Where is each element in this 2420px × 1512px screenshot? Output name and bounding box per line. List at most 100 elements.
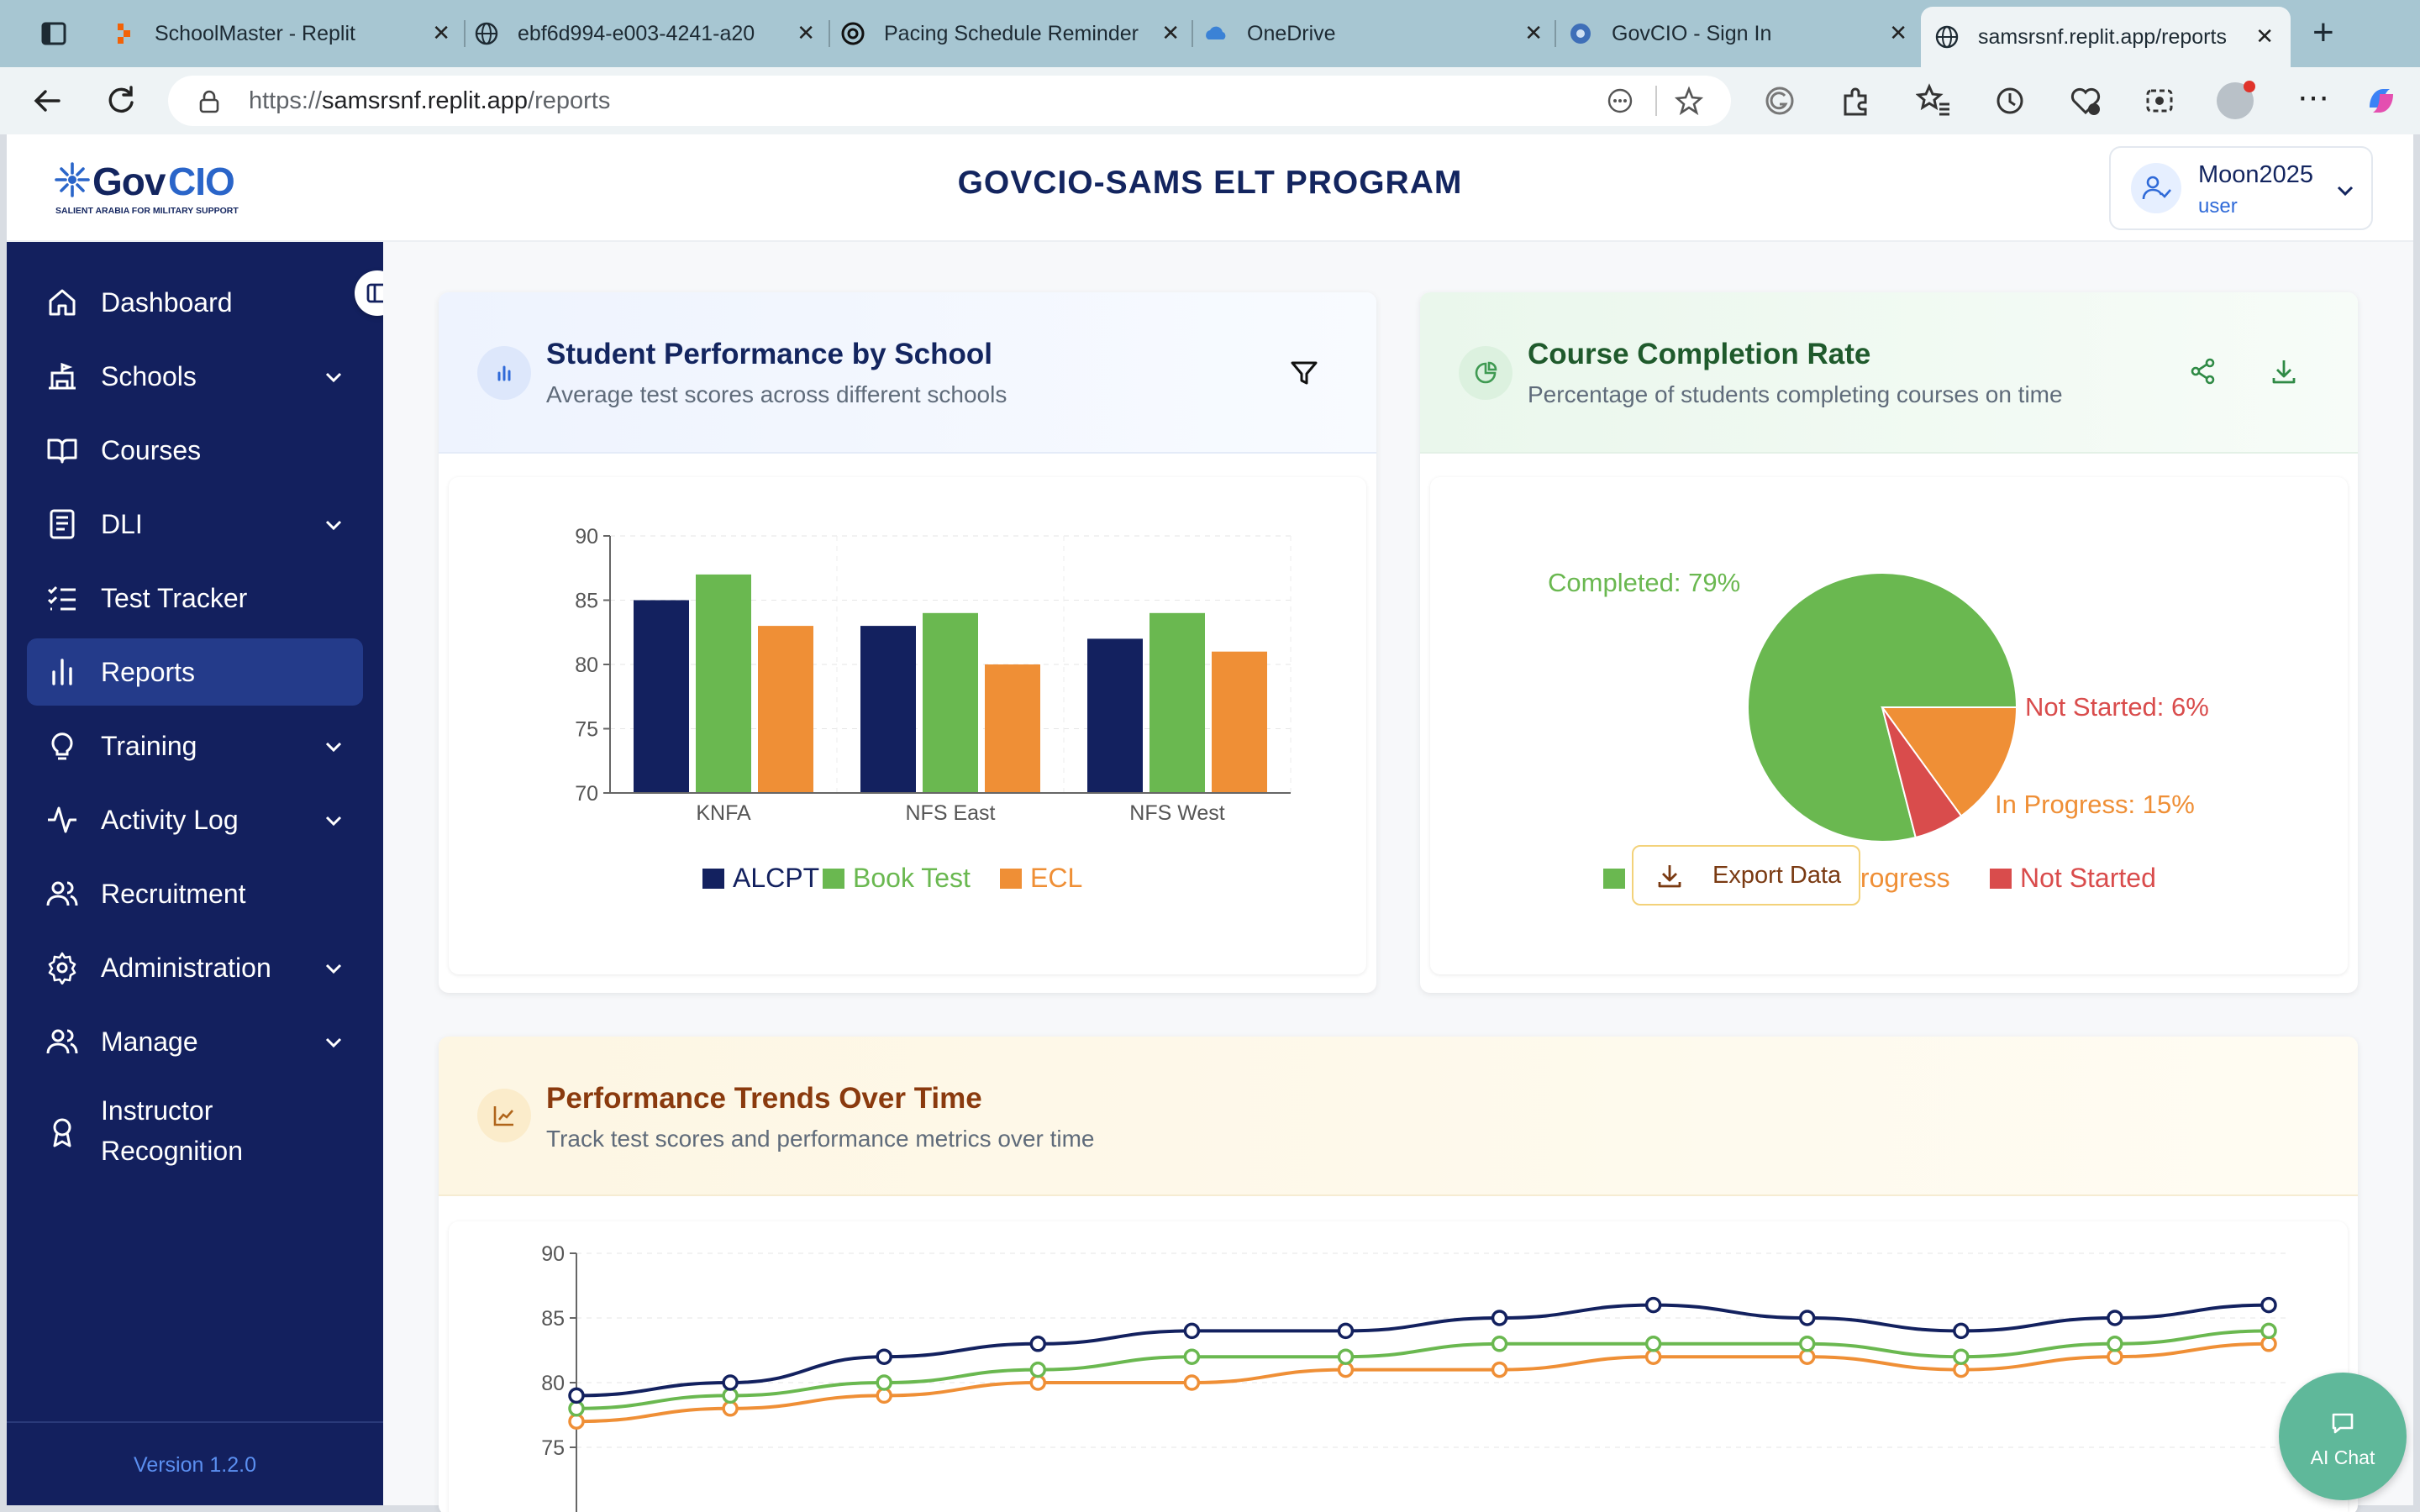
sidebar-item-recruitment[interactable]: Recruitment <box>27 860 363 927</box>
card-header: Course Completion Rate Percentage of stu… <box>1420 292 2358 454</box>
sidebar-toggle-icon[interactable] <box>40 20 67 47</box>
bar-chart-icon <box>52 659 72 685</box>
profile-avatar[interactable] <box>2217 81 2255 119</box>
more-icon[interactable]: ⋯ <box>2297 79 2330 117</box>
ai-chat-button[interactable]: AI Chat <box>2279 1373 2407 1500</box>
data-point <box>2107 1336 2123 1352</box>
card-title: Student Performance by School <box>546 338 992 370</box>
back-icon[interactable] <box>29 82 66 119</box>
chatgpt-icon <box>841 22 865 45</box>
document-icon <box>50 509 75 539</box>
sidebar-item-courses[interactable]: Courses <box>27 417 363 484</box>
globe-icon <box>1935 25 1959 49</box>
bar <box>696 574 751 793</box>
data-point <box>1953 1322 1970 1340</box>
sidebar-item-label: Administration <box>101 953 271 983</box>
ai-chat-label: AI Chat <box>2310 1446 2375 1468</box>
sidebar-item-administration[interactable]: Administration <box>27 934 363 1001</box>
legend-label: ECL <box>1030 863 1082 893</box>
data-point <box>1183 1374 1201 1391</box>
sidebar: Dashboard Schools Courses DLI Test Track… <box>7 242 383 1505</box>
sidebar-item-schools[interactable]: Schools <box>27 343 363 410</box>
card-subtitle: Track test scores and performance metric… <box>546 1126 1095 1152</box>
data-point <box>1798 1348 1816 1365</box>
chevron-down-icon <box>325 1037 342 1048</box>
data-point <box>1183 1322 1201 1340</box>
download-icon <box>1658 865 1681 888</box>
chevron-down-icon <box>2337 186 2354 197</box>
star-icon[interactable] <box>1674 86 1704 116</box>
chart-panel: 70 75 80 85 90 KNFA NFS East NFS West ALCPT Book … <box>449 477 1366 974</box>
export-data-button[interactable]: Export Data <box>1632 845 1860 906</box>
sidebar-item-dashboard[interactable]: Dashboard <box>27 269 363 336</box>
sidebar-item-training[interactable]: Training <box>27 712 363 780</box>
legend-swatch <box>1000 869 1022 889</box>
copilot-icon[interactable] <box>2363 82 2400 119</box>
users-icon <box>46 1029 78 1054</box>
user-check-icon <box>2142 176 2171 200</box>
history-icon[interactable] <box>1991 82 2028 119</box>
sidebar-item-test-tracker[interactable]: Test Tracker <box>27 564 363 632</box>
sidebar-item-reports[interactable]: Reports <box>27 638 363 706</box>
browser-tab[interactable]: OneDrive ✕ <box>1203 8 1543 59</box>
card-subtitle: Percentage of students completing course… <box>1528 381 2063 407</box>
share-icon[interactable] <box>2188 356 2218 386</box>
sidebar-item-label: Training <box>101 731 197 761</box>
browser-tab[interactable]: GovCIO - Sign In ✕ <box>1568 8 1907 59</box>
export-data-label: Export Data <box>1712 862 1842 889</box>
health-icon[interactable] <box>2067 82 2104 119</box>
legend-label: ALCPT <box>733 863 819 893</box>
close-tab-icon[interactable]: ✕ <box>797 20 815 46</box>
legend-label: Not Started <box>2020 863 2156 893</box>
sidebar-item-activity-log[interactable]: Activity Log <box>27 786 363 853</box>
school-icon <box>49 362 76 390</box>
sidebar-item-manage[interactable]: Manage <box>27 1008 363 1075</box>
avatar <box>2131 163 2181 213</box>
data-point <box>2260 1296 2277 1314</box>
data-point <box>568 1413 585 1430</box>
close-tab-icon[interactable]: ✕ <box>2255 24 2274 50</box>
lock-icon <box>199 90 219 113</box>
sidebar-item-label: Recognition <box>101 1136 243 1166</box>
browser-tab[interactable]: Pacing Schedule Reminder ✕ <box>840 8 1180 59</box>
screenshot-icon[interactable] <box>2141 82 2178 119</box>
card-title: Performance Trends Over Time <box>546 1082 982 1115</box>
close-tab-icon[interactable]: ✕ <box>1161 20 1180 46</box>
sidebar-item-label: Recruitment <box>101 879 246 909</box>
user-role: user <box>2198 195 2238 218</box>
bar-chart: 70 75 80 85 90 KNFA NFS East NFS West ALCPT Book … <box>575 525 1292 893</box>
reload-icon[interactable] <box>103 82 139 119</box>
chat-icon <box>2332 1413 2354 1434</box>
sidebar-item-label: Schools <box>101 361 197 391</box>
bar <box>1087 638 1143 793</box>
close-tab-icon[interactable]: ✕ <box>1524 20 1543 46</box>
grammarly-icon[interactable] <box>1761 82 1798 119</box>
close-tab-icon[interactable]: ✕ <box>432 20 450 46</box>
browser-tab[interactable]: SchoolMaster - Replit ✕ <box>111 8 450 59</box>
bar <box>923 612 978 793</box>
data-point <box>1491 1310 1508 1326</box>
browser-tab-active[interactable]: samsrsnf.replit.app/reports ✕ <box>1921 7 2291 67</box>
legend-swatch <box>702 869 724 889</box>
chevron-down-icon <box>325 816 342 827</box>
extensions-icon[interactable] <box>1837 82 1874 119</box>
sidebar-item-label: DLI <box>101 509 143 539</box>
data-point <box>1337 1361 1355 1378</box>
data-point <box>1798 1336 1816 1352</box>
browser-tab[interactable]: ebf6d994-e003-4241-a20 ✕ <box>474 8 815 59</box>
sidebar-item-dli[interactable]: DLI <box>27 491 363 558</box>
new-tab-icon[interactable]: + <box>2312 12 2334 54</box>
sidebar-item-instructor-recognition[interactable]: Instructor Recognition <box>27 1085 363 1179</box>
sidebar-item-label: Activity Log <box>101 805 239 835</box>
user-menu[interactable]: Moon2025 user <box>2109 146 2373 230</box>
close-tab-icon[interactable]: ✕ <box>1889 20 1907 46</box>
download-icon[interactable] <box>2269 356 2299 386</box>
home-icon <box>49 289 76 316</box>
pie-chart-icon <box>1475 361 1497 384</box>
legend-swatch <box>1990 869 2012 889</box>
filter-icon[interactable] <box>1287 356 1321 390</box>
favorites-icon[interactable] <box>1916 82 1953 119</box>
page-options-icon[interactable] <box>1607 87 1634 114</box>
data-point <box>722 1387 739 1404</box>
data-point <box>1337 1348 1355 1365</box>
